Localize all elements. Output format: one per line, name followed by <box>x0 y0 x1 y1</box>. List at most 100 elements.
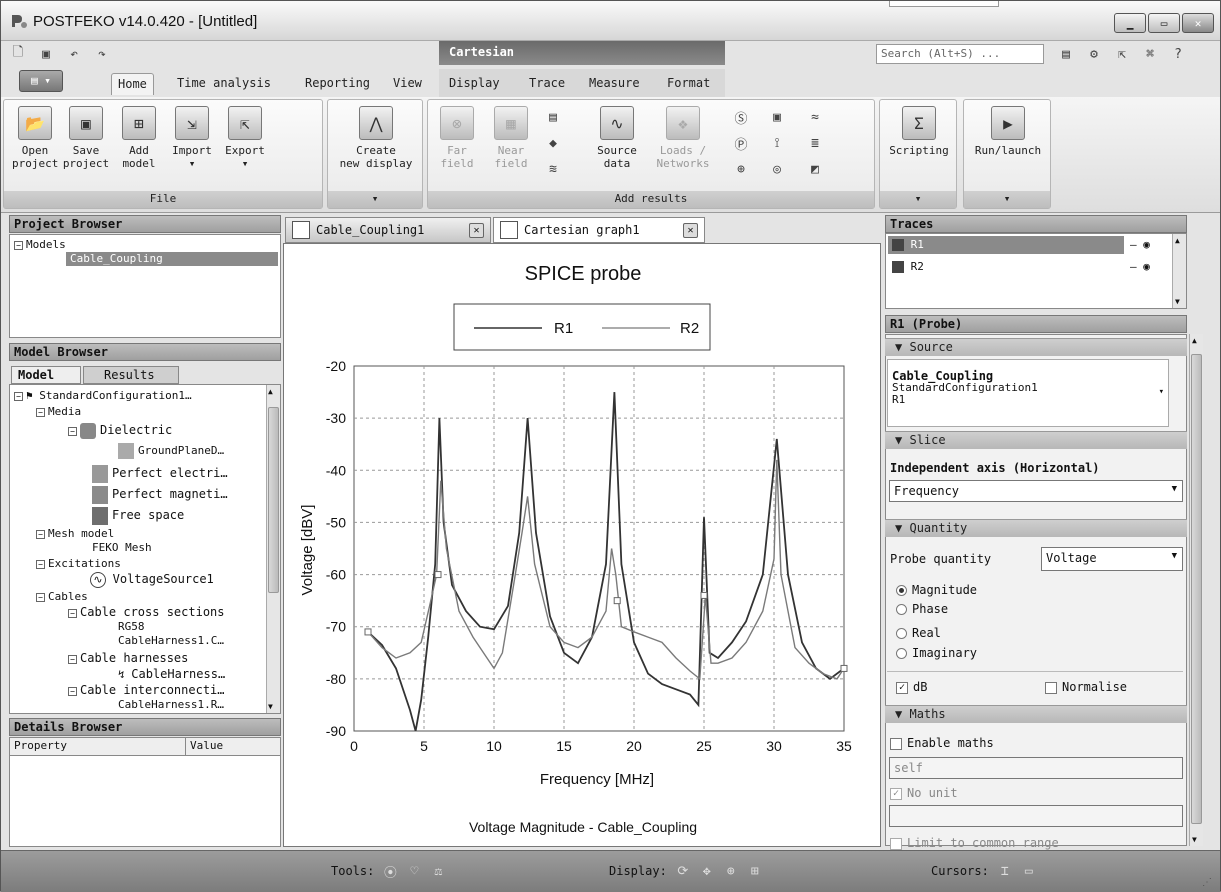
s-parameter-icon[interactable]: Ⓢ <box>732 108 750 127</box>
collapse-icon[interactable]: − <box>68 608 77 618</box>
radio-real[interactable]: Real <box>896 626 941 640</box>
open-project-button[interactable]: 📂 Open project <box>12 106 58 170</box>
tree-item-cableharness-c[interactable]: CableHarness1.C… <box>118 634 224 648</box>
tab-home[interactable]: Home <box>111 73 154 95</box>
tab-display[interactable]: Display <box>443 73 506 95</box>
collapse-icon[interactable]: − <box>68 426 77 436</box>
tab-model[interactable]: Model <box>11 366 81 384</box>
traces-scrollbar[interactable]: ▲ ▼ <box>1172 234 1186 308</box>
maths-expression-input[interactable]: self <box>889 757 1183 779</box>
tree-item-cable-coupling[interactable]: Cable_Coupling <box>66 252 278 266</box>
tree-item-cableharness[interactable]: ↯ CableHarness… <box>118 667 225 682</box>
source-list[interactable]: Cable_Coupling StandardConfiguration1 R1… <box>887 359 1169 427</box>
network-icon[interactable]: ⌘ <box>1140 44 1160 64</box>
maths-section-header[interactable]: ▼ Maths <box>885 705 1187 723</box>
tree-item-feko-mesh[interactable]: FEKO Mesh <box>92 541 152 555</box>
scroll-down-icon[interactable]: ▼ <box>1192 835 1197 844</box>
close-tab-icon[interactable]: ✕ <box>683 223 698 238</box>
close-button[interactable]: ✕ <box>1182 13 1214 33</box>
tools-icon[interactable]: ⚙ <box>1084 44 1104 64</box>
enable-maths-checkbox[interactable]: Enable maths <box>890 736 994 750</box>
collapse-icon[interactable]: − <box>14 240 23 250</box>
radio-phase[interactable]: Phase <box>896 602 948 616</box>
create-new-display-button[interactable]: ⋀ Create new display <box>332 106 420 170</box>
loads-networks-button[interactable]: ❖ Loads / Networks <box>652 106 714 170</box>
tree-item-rg58[interactable]: RG58 <box>118 620 145 634</box>
normalise-checkbox[interactable]: Normalise <box>1045 680 1127 694</box>
antenna-icon[interactable]: ⟟ <box>768 134 786 152</box>
tree-item-cables[interactable]: − Cables <box>36 590 88 604</box>
radio-magnitude[interactable]: Magnitude <box>896 583 977 597</box>
annotation-icon[interactable]: ▭ <box>1021 863 1037 879</box>
scripting-button[interactable]: Σ Scripting <box>884 106 954 157</box>
maximize-button[interactable]: ▭ <box>1148 13 1180 33</box>
application-menu-button[interactable]: ▤ ▾ <box>19 70 63 92</box>
scroll-down-icon[interactable]: ▼ <box>268 702 273 711</box>
slice-section-header[interactable]: ▼ Slice <box>885 431 1187 449</box>
unit-input[interactable] <box>889 805 1183 827</box>
collapse-icon[interactable]: − <box>14 391 23 401</box>
add-model-button[interactable]: ⊞ Add model <box>116 106 162 170</box>
close-tab-icon[interactable]: ✕ <box>469 223 484 238</box>
tree-item-cable-cross-sections[interactable]: − Cable cross sections <box>68 605 225 620</box>
window-layout-icon[interactable]: ▤ <box>1056 44 1076 64</box>
limit-common-range-checkbox[interactable]: Limit to common range <box>890 836 1059 850</box>
visibility-eye-icon[interactable]: ◉ <box>1143 260 1150 273</box>
import-button[interactable]: ⇲ Import ▾ <box>166 106 218 170</box>
no-unit-checkbox[interactable]: ✓ No unit <box>890 786 958 800</box>
tree-item-excitations[interactable]: − Excitations <box>36 557 121 571</box>
doc-tab-cartesian-graph[interactable]: Cartesian graph1 ✕ <box>493 217 705 243</box>
receiver-icon[interactable]: ◎ <box>768 160 786 178</box>
cartesian-graph[interactable]: SPICE probe R1 R2 Frequency [MHz] Voltag… <box>283 243 881 847</box>
collapse-icon[interactable]: − <box>36 559 45 569</box>
tab-view[interactable]: View <box>387 73 428 95</box>
power-icon[interactable]: Ⓟ <box>732 134 750 153</box>
tree-item-dielectric[interactable]: − Dielectric <box>68 423 172 439</box>
trace-item-r2[interactable]: R2 <box>888 258 1124 276</box>
near-field-button[interactable]: ▦ Near field <box>486 106 536 170</box>
probe-icon[interactable]: ▣ <box>768 108 786 126</box>
save-icon[interactable]: ▣ <box>37 45 55 63</box>
scroll-up-icon[interactable]: ▲ <box>268 387 273 396</box>
cursor-icon[interactable]: ⌶ <box>997 863 1013 879</box>
tree-item-models[interactable]: − Models <box>14 238 66 252</box>
column-header-property[interactable]: Property <box>10 738 186 756</box>
search-input[interactable]: Search (Alt+S) ... <box>876 44 1044 64</box>
db-checkbox[interactable]: ✓ dB <box>896 680 927 694</box>
far-field-button[interactable]: ⊗ Far field <box>434 106 480 170</box>
save-project-button[interactable]: ▣ Save project <box>60 106 112 170</box>
minimize-button[interactable]: ▁ <box>1114 13 1146 33</box>
export-icon[interactable]: ⇱ <box>1112 44 1132 64</box>
collapse-icon[interactable]: − <box>36 592 45 602</box>
surface-currents-icon[interactable]: ▤ <box>544 108 562 126</box>
zoom-icon[interactable]: ⊕ <box>723 863 739 879</box>
mesh-icon[interactable]: ≋ <box>544 160 562 178</box>
tree-item-free-space[interactable]: Free space <box>92 507 184 525</box>
probe-tool-icon[interactable]: ⦿ <box>382 863 398 881</box>
source-dropdown-icon[interactable]: ▾ <box>1159 386 1164 398</box>
resize-grip-icon[interactable]: ⋰ <box>1202 877 1212 888</box>
ray-icon[interactable]: ◆ <box>544 134 562 152</box>
tab-time-analysis[interactable]: Time analysis <box>171 73 277 95</box>
display-group-dropdown[interactable]: ▾ <box>328 191 422 208</box>
source-data-button[interactable]: ∿ Source data <box>592 106 642 170</box>
probe-quantity-select[interactable]: Voltage ▼ <box>1041 547 1183 571</box>
source-section-header[interactable]: ▼ Source <box>885 338 1187 356</box>
independent-axis-select[interactable]: Frequency ▼ <box>889 480 1183 502</box>
cable-icon[interactable]: ≈ <box>806 108 824 126</box>
magnify-icon[interactable]: ⊕ <box>732 160 750 178</box>
tree-item-cable-interconnections[interactable]: − Cable interconnecti… <box>68 683 225 698</box>
visibility-eye-icon[interactable]: ◉ <box>1143 238 1150 251</box>
tree-item-voltage-source[interactable]: ∿ VoltageSource1 <box>90 572 214 588</box>
tree-item-standard-config[interactable]: − ⚑ StandardConfiguration1… <box>14 389 192 403</box>
harness-icon[interactable]: ≣ <box>806 134 824 152</box>
export-button[interactable]: ⇱ Export ▾ <box>218 106 272 170</box>
tree-item-media[interactable]: − Media <box>36 405 81 419</box>
undo-icon[interactable]: ↶ <box>65 45 83 63</box>
quantity-section-header[interactable]: ▼ Quantity <box>885 519 1187 537</box>
collapse-icon[interactable]: − <box>68 686 77 696</box>
scroll-thumb[interactable] <box>268 407 279 593</box>
run-launch-dropdown[interactable]: ▾ <box>964 191 1050 208</box>
tree-item-cableharness-r[interactable]: CableHarness1.R… <box>118 698 224 712</box>
rotate-icon[interactable]: ⟳ <box>675 863 691 879</box>
